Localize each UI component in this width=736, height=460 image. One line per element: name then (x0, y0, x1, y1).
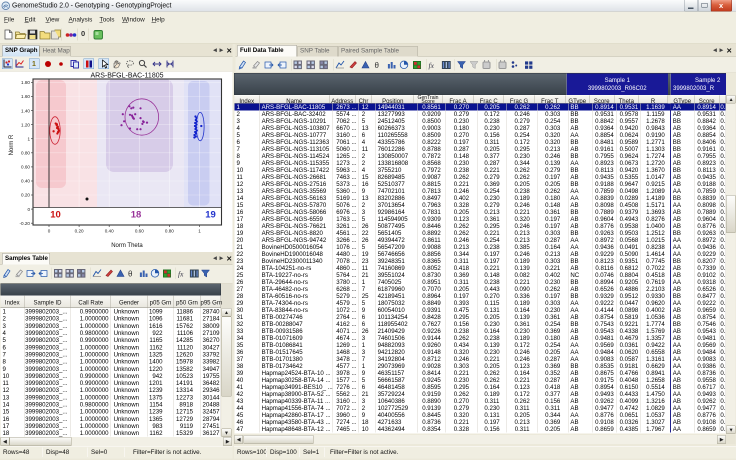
svg-text:fx: fx (429, 61, 435, 70)
svg-text:0: 0 (48, 229, 51, 234)
svg-text:0.40: 0.40 (105, 229, 114, 234)
svg-text:•: • (515, 63, 518, 70)
svg-text:1.20: 1.20 (21, 122, 30, 127)
svg-text:fx: fx (178, 270, 184, 279)
svg-text:0.80: 0.80 (165, 229, 174, 234)
svg-text:19: 19 (205, 210, 216, 221)
svg-text:θ: θ (375, 61, 380, 70)
svg-text:-0.20: -0.20 (20, 221, 31, 226)
svg-text:0.20: 0.20 (75, 229, 84, 234)
svg-text:0.20: 0.20 (21, 193, 30, 198)
svg-text:0.80: 0.80 (21, 151, 30, 156)
svg-text:Norm R: Norm R (9, 134, 15, 155)
svg-text:0: 0 (27, 207, 30, 212)
svg-text:Norm Theta: Norm Theta (111, 243, 143, 249)
svg-text:1: 1 (27, 136, 30, 141)
svg-text:0.60: 0.60 (135, 229, 144, 234)
svg-text:1.40: 1.40 (21, 108, 30, 113)
svg-text:18: 18 (131, 210, 142, 221)
svg-text:1.80: 1.80 (21, 80, 30, 85)
svg-text:10: 10 (50, 210, 61, 221)
svg-text:1: 1 (198, 229, 201, 234)
svg-text:1.60: 1.60 (21, 94, 30, 99)
svg-text:ARS-BFGL-BAC-11805: ARS-BFGL-BAC-11805 (90, 73, 163, 80)
svg-text:0.60: 0.60 (21, 165, 30, 170)
svg-text:θ: θ (128, 270, 133, 279)
svg-text:0.40: 0.40 (21, 179, 30, 184)
